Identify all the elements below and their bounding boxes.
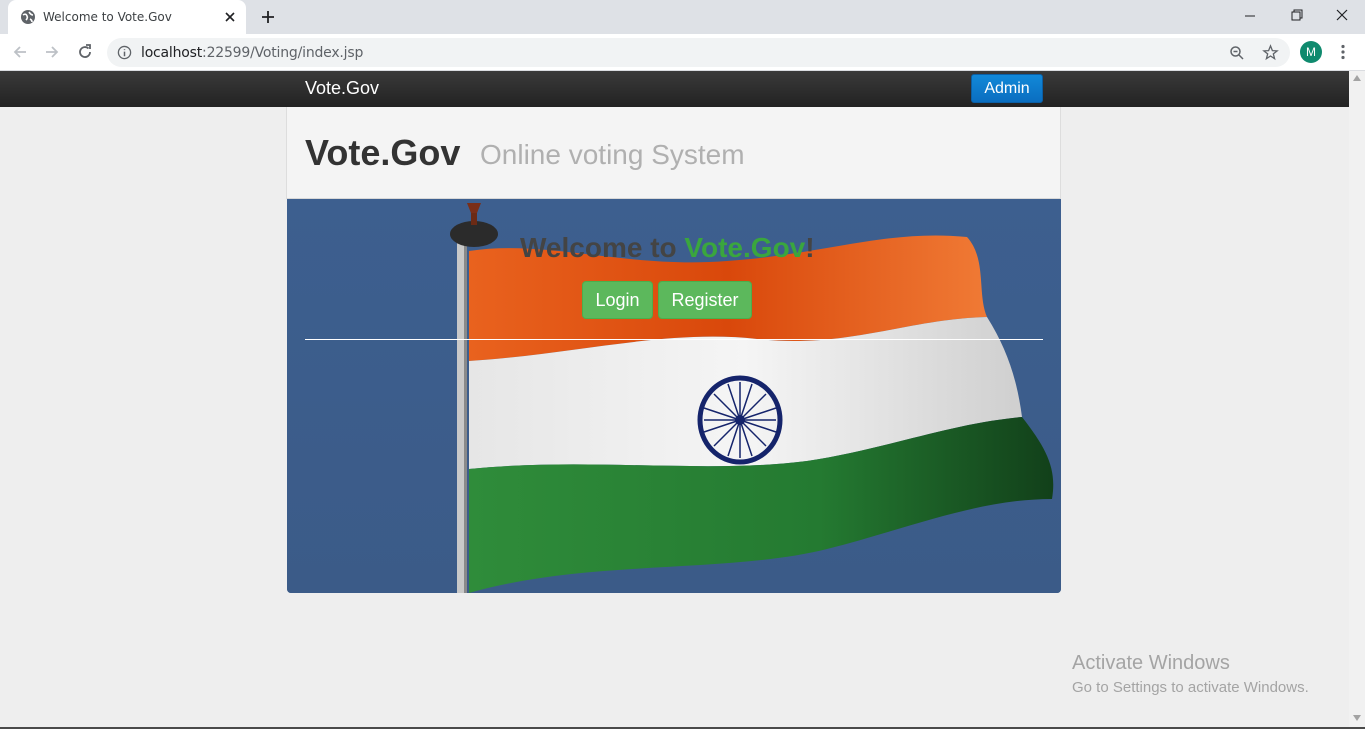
globe-icon (21, 10, 35, 24)
address-bar[interactable]: localhost:22599/Voting/index.jsp (107, 38, 1290, 67)
more-menu-icon[interactable] (1334, 43, 1352, 61)
welcome-suffix: ! (805, 232, 815, 263)
admin-button[interactable]: Admin (971, 74, 1043, 103)
back-arrow-icon[interactable] (11, 43, 29, 61)
tab-title: Welcome to Vote.Gov (43, 10, 172, 24)
divider (305, 339, 1043, 340)
welcome-prefix: Welcome to (520, 232, 685, 263)
page-viewport: Vote.Gov Admin Vote.Gov Online voting Sy… (0, 71, 1349, 727)
profile-avatar[interactable]: M (1300, 41, 1322, 63)
page-scrollbar[interactable] (1349, 71, 1365, 727)
scroll-down-icon[interactable] (1353, 715, 1361, 721)
browser-tab-strip: Welcome to Vote.Gov (0, 0, 1365, 34)
page-title: Vote.Gov (305, 132, 461, 173)
reload-icon[interactable] (76, 43, 94, 61)
scroll-up-icon[interactable] (1353, 75, 1361, 81)
info-icon[interactable] (117, 45, 132, 60)
login-button[interactable]: Login (582, 281, 653, 319)
restore-icon[interactable] (1284, 6, 1308, 26)
activate-title: Activate Windows (1072, 652, 1230, 674)
activate-windows-watermark: Activate Windows Go to Settings to activ… (1072, 652, 1309, 696)
register-button[interactable]: Register (658, 281, 752, 319)
forward-arrow-icon[interactable] (43, 43, 61, 61)
welcome-heading: Welcome to Vote.Gov! (520, 232, 815, 264)
navbar-brand[interactable]: Vote.Gov (305, 78, 379, 99)
url-text: localhost:22599/Voting/index.jsp (141, 45, 363, 61)
close-tab-icon[interactable] (222, 9, 238, 25)
page-subtitle: Online voting System (480, 139, 745, 170)
welcome-brand: Vote.Gov (684, 232, 806, 263)
activate-hint: Go to Settings to activate Windows. (1072, 679, 1309, 696)
browser-tab[interactable]: Welcome to Vote.Gov (8, 0, 246, 34)
bookmark-star-icon[interactable] (1262, 44, 1279, 61)
zoom-icon[interactable] (1229, 45, 1245, 61)
minimize-icon[interactable] (1238, 6, 1262, 26)
url-path: :22599/Voting/index.jsp (202, 45, 364, 61)
hero-banner: Welcome to Vote.Gov! Login Register (287, 199, 1061, 593)
browser-toolbar: localhost:22599/Voting/index.jsp M (0, 34, 1365, 71)
new-tab-icon[interactable] (259, 8, 277, 26)
url-host: localhost (141, 45, 203, 61)
close-window-icon[interactable] (1330, 6, 1354, 26)
top-navbar: Vote.Gov Admin (0, 71, 1349, 107)
page-header: Vote.Gov Online voting System (286, 107, 1061, 199)
ashoka-chakra-icon (697, 375, 783, 465)
